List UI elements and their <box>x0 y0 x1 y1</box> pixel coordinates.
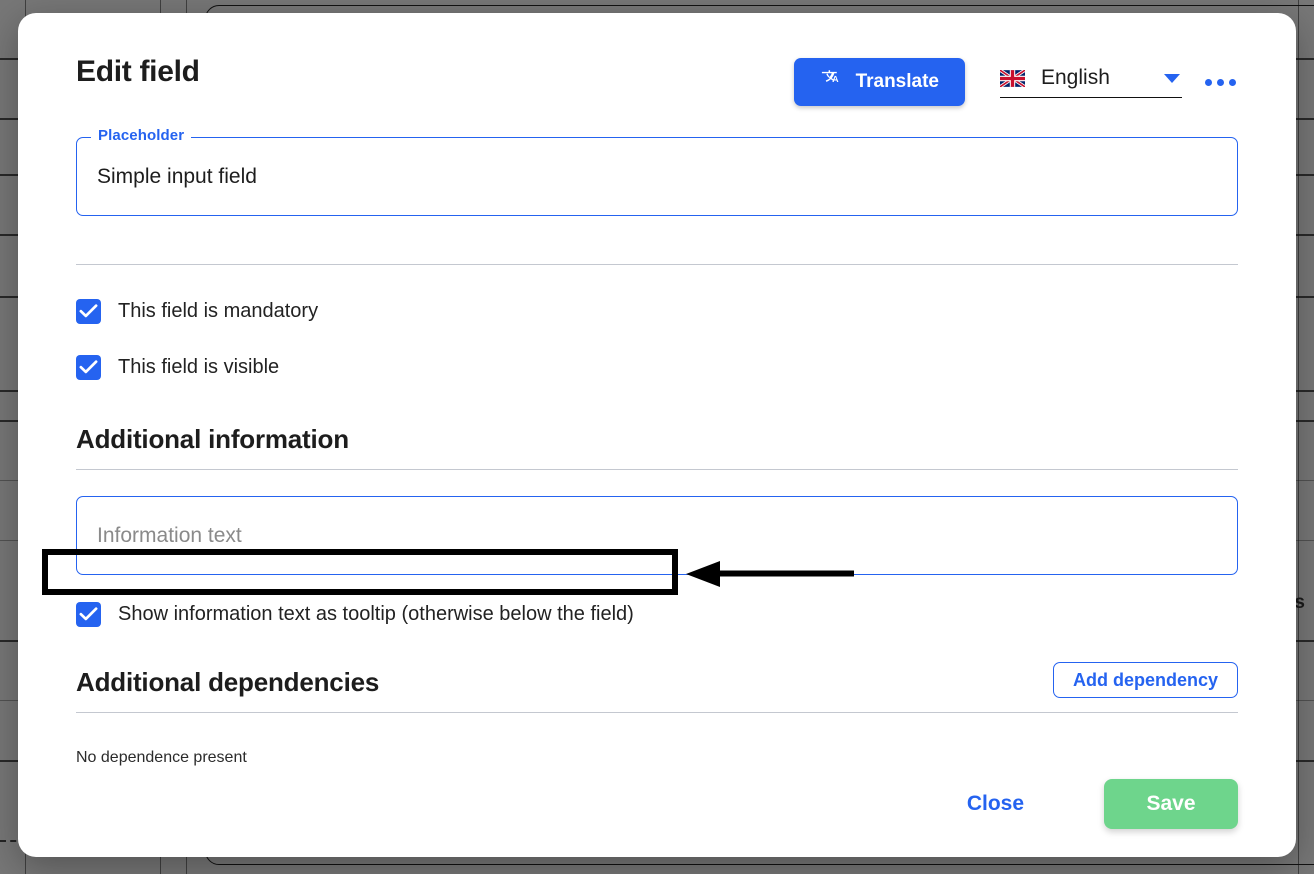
close-button[interactable]: Close <box>953 782 1038 826</box>
no-dependence-text: No dependence present <box>76 749 247 766</box>
mandatory-checkbox-row[interactable]: This field is mandatory <box>76 299 1238 324</box>
checkbox-checked-icon[interactable] <box>76 299 101 324</box>
additional-dependencies-header: Additional dependencies Add dependency <box>76 662 1238 698</box>
dialog-title: Edit field <box>76 55 200 88</box>
translate-icon <box>820 68 843 97</box>
divider <box>76 469 1238 470</box>
placeholder-input[interactable]: Placeholder Simple input field <box>76 127 1238 216</box>
chevron-down-icon[interactable] <box>1164 73 1180 83</box>
placeholder-input-legend: Placeholder <box>91 127 192 144</box>
information-text-input[interactable]: Information text <box>76 496 1238 575</box>
divider <box>76 712 1238 713</box>
edit-field-dialog: Edit field Translate English Placeholder… <box>18 13 1296 857</box>
add-dependency-button[interactable]: Add dependency <box>1052 662 1238 698</box>
divider <box>76 264 1238 265</box>
language-value: English <box>1041 66 1110 89</box>
dialog-header: Edit field Translate English <box>76 13 1238 131</box>
visible-checkbox-row[interactable]: This field is visible <box>76 355 1238 380</box>
visible-checkbox-label: This field is visible <box>118 356 280 378</box>
checkbox-checked-icon[interactable] <box>76 355 101 380</box>
dialog-footer: Close Save <box>953 779 1238 829</box>
tooltip-checkbox-row[interactable]: Show information text as tooltip (otherw… <box>76 602 1238 627</box>
uk-flag-icon <box>1000 69 1025 87</box>
translate-button-label: Translate <box>855 71 939 92</box>
additional-information-heading: Additional information <box>76 424 349 454</box>
dot <box>1229 78 1236 86</box>
save-button[interactable]: Save <box>1104 779 1238 829</box>
checkbox-checked-icon[interactable] <box>76 602 101 627</box>
placeholder-input-value: Simple input field <box>97 164 257 188</box>
information-text-input-placeholder: Information text <box>97 523 242 547</box>
tooltip-checkbox-label: Show information text as tooltip (otherw… <box>118 603 634 625</box>
dot <box>1205 78 1212 86</box>
header-actions: Translate English <box>793 58 1238 106</box>
additional-dependencies-heading: Additional dependencies <box>76 667 380 697</box>
more-options-icon[interactable] <box>1203 71 1238 94</box>
language-select[interactable]: English <box>1000 66 1182 98</box>
dot <box>1217 78 1224 86</box>
translate-button[interactable]: Translate <box>793 58 965 106</box>
mandatory-checkbox-label: This field is mandatory <box>118 300 319 322</box>
